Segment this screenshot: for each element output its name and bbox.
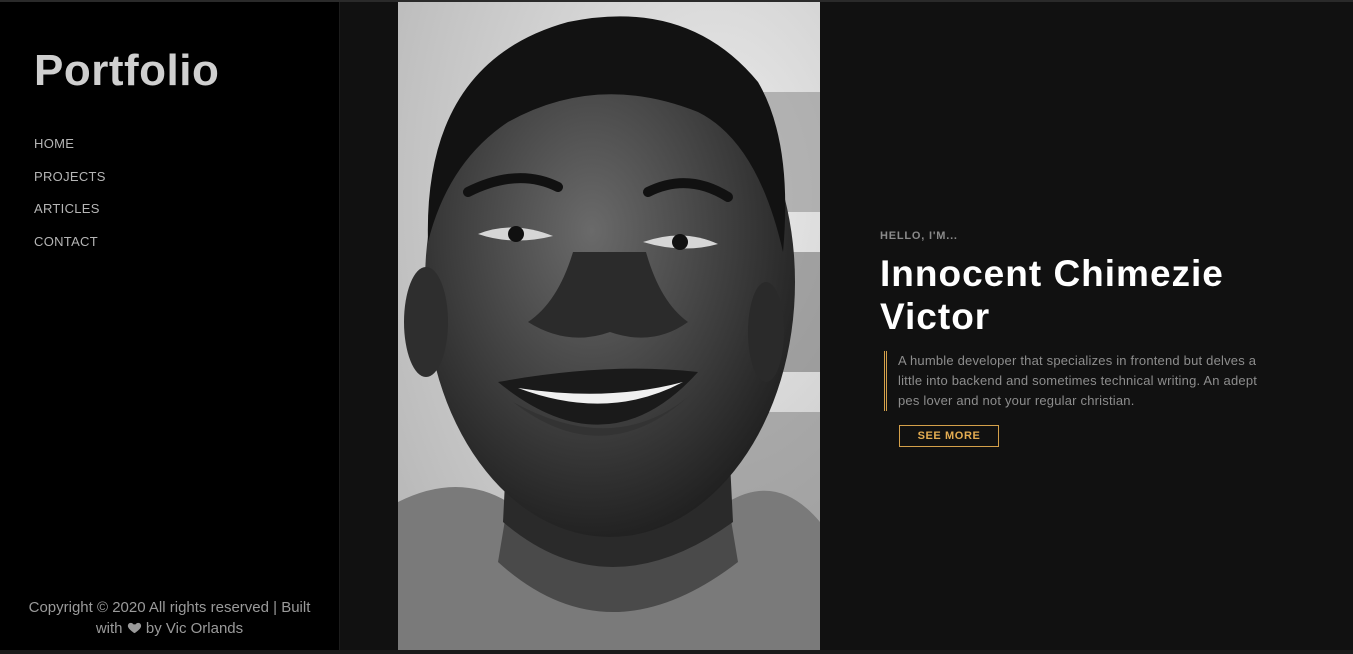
nav-item-articles[interactable]: ARTICLES <box>34 200 106 233</box>
see-more-button[interactable]: SEE MORE <box>899 425 999 447</box>
sidebar-footer: Copyright © 2020 All rights reserved | B… <box>0 597 339 639</box>
built-with-text: with <box>95 620 123 637</box>
greeting-text: HELLO, I'M... <box>880 230 958 242</box>
copyright-text: Copyright © 2020 All rights reserved | B… <box>28 599 311 616</box>
bottom-border <box>0 650 1353 654</box>
heart-icon <box>127 622 141 634</box>
nav-item-contact[interactable]: CONTACT <box>34 233 106 266</box>
hero-intro: HELLO, I'M... Innocent Chimezie Victor A… <box>880 230 1300 447</box>
bio-text: A humble developer that specializes in f… <box>884 351 1278 411</box>
sidebar-nav: HOME PROJECTS ARTICLES CONTACT <box>34 135 106 265</box>
hero-name: Innocent Chimezie Victor <box>880 252 1300 338</box>
brand-logo[interactable]: Portfolio <box>34 46 219 96</box>
hero-name-line1: Innocent Chimezie <box>880 253 1224 294</box>
nav-item-projects[interactable]: PROJECTS <box>34 168 106 201</box>
sidebar: Portfolio HOME PROJECTS ARTICLES CONTACT… <box>0 2 340 650</box>
hero-name-line2: Victor <box>880 296 991 337</box>
nav-item-home[interactable]: HOME <box>34 135 106 168</box>
portrait-photo <box>398 2 820 650</box>
author-credit: by Vic Orlands <box>145 620 244 637</box>
portrait-illustration <box>398 2 820 650</box>
